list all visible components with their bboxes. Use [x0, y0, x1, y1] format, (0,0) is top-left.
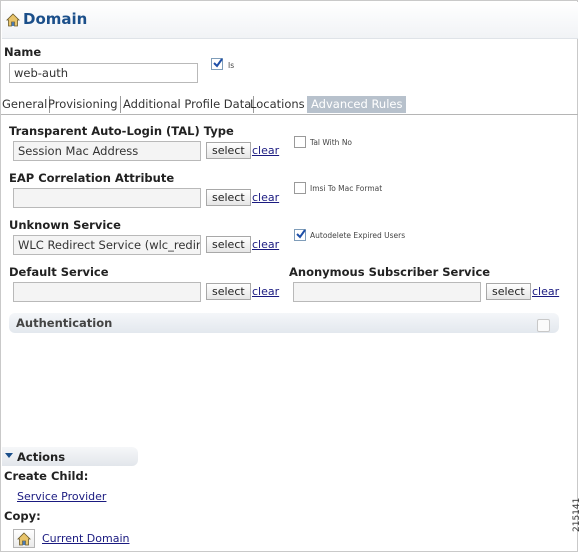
tal-with-no-label: Tal With No — [310, 138, 353, 147]
default-service-clear-link[interactable]: clear — [252, 285, 279, 298]
anon-service-label: Anonymous Subscriber Service — [289, 265, 491, 279]
tal-select-button[interactable]: select — [206, 142, 251, 159]
is-checkbox[interactable] — [211, 58, 223, 70]
anon-service-select-button[interactable]: select — [486, 283, 531, 300]
authentication-label: Authentication — [16, 316, 113, 330]
default-service-select-button[interactable]: select — [206, 283, 251, 300]
authentication-checkbox[interactable] — [537, 319, 550, 332]
eap-select-button[interactable]: select — [206, 189, 251, 206]
actions-title: Actions — [17, 450, 66, 464]
tab-advanced-rules[interactable]: Advanced Rules — [307, 96, 407, 113]
unknown-service-label: Unknown Service — [9, 218, 121, 232]
tab-bar: General Provisioning Additional Profile … — [1, 96, 578, 115]
figure-id: 215141 — [572, 497, 582, 532]
authentication-section-header[interactable]: Authentication — [9, 313, 559, 333]
checkmark-icon — [296, 229, 306, 239]
page-title: Domain — [23, 10, 88, 28]
tab-additional-profile-data[interactable]: Additional Profile Data — [123, 96, 255, 113]
eap-label: EAP Correlation Attribute — [9, 171, 175, 185]
eap-clear-link[interactable]: clear — [252, 191, 279, 204]
name-label: Name — [4, 45, 42, 59]
copy-label: Copy: — [4, 509, 41, 523]
tal-label: Transparent Auto-Login (TAL) Type — [9, 124, 234, 138]
checkmark-icon — [213, 58, 223, 68]
name-input[interactable]: web-auth — [9, 63, 198, 83]
autodelete-label: Autodelete Expired Users — [310, 231, 406, 240]
service-provider-link[interactable]: Service Provider — [17, 490, 106, 503]
home-icon — [6, 13, 20, 27]
anon-service-input[interactable] — [293, 282, 481, 302]
imsi-to-mac-checkbox[interactable] — [294, 182, 306, 194]
create-child-label: Create Child: — [4, 469, 89, 483]
autodelete-checkbox[interactable] — [294, 229, 306, 241]
panel-header: Domain — [2, 2, 578, 39]
anon-service-clear-link[interactable]: clear — [532, 285, 559, 298]
unknown-service-clear-link[interactable]: clear — [252, 238, 279, 251]
is-label: Is — [228, 61, 235, 70]
eap-input[interactable] — [13, 188, 201, 208]
tal-clear-link[interactable]: clear — [252, 144, 279, 157]
tab-locations[interactable]: Locations — [250, 96, 308, 113]
default-service-label: Default Service — [9, 265, 109, 279]
tab-provisioning[interactable]: Provisioning — [48, 96, 121, 113]
current-domain-link[interactable]: Current Domain — [42, 532, 130, 545]
tal-input[interactable]: Session Mac Address — [13, 141, 201, 161]
imsi-to-mac-label: Imsi To Mac Format — [310, 184, 383, 193]
unknown-service-input[interactable]: WLC Redirect Service (wlc_redirect — [13, 235, 201, 255]
copy-domain-button[interactable] — [13, 529, 35, 548]
tab-general[interactable]: General — [2, 96, 51, 113]
default-service-input[interactable] — [13, 282, 201, 302]
unknown-service-select-button[interactable]: select — [206, 236, 251, 253]
domain-panel: Domain Name web-auth Is General Provisio… — [0, 0, 578, 552]
home-icon — [17, 532, 31, 546]
actions-section-header[interactable]: Actions — [2, 447, 138, 466]
tal-with-no-checkbox[interactable] — [294, 136, 306, 148]
collapse-arrow-icon[interactable] — [5, 453, 13, 458]
